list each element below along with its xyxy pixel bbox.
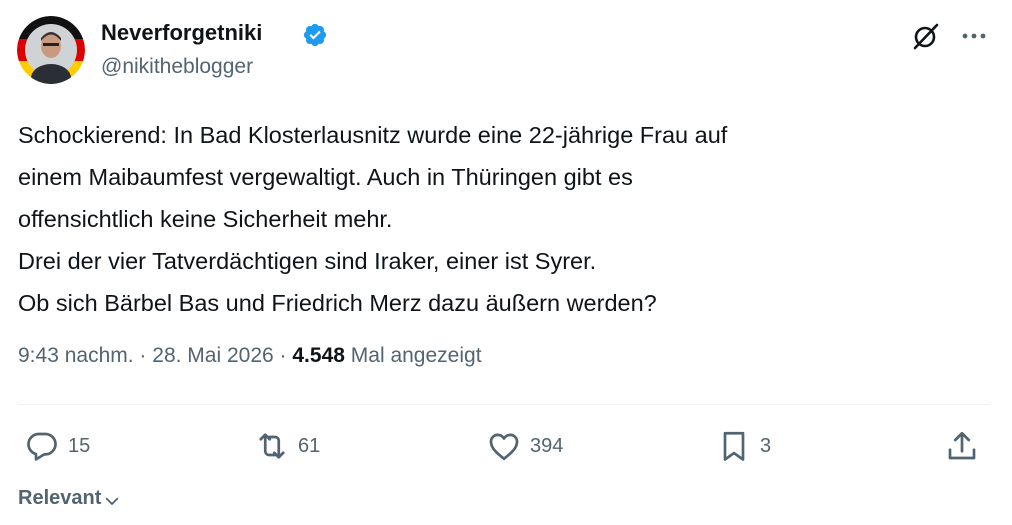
- grok-icon[interactable]: [910, 20, 942, 52]
- tweet-text-line: Ob sich Bärbel Bas und Friedrich Merz da…: [18, 290, 657, 316]
- like-button[interactable]: 394: [486, 426, 563, 466]
- repost-icon: [259, 433, 285, 459]
- tweet-text-line: Schockierend: In Bad Klosterlausnitz wur…: [18, 122, 728, 148]
- meta-separator: ·: [279, 344, 287, 367]
- reply-count: 15: [68, 434, 91, 457]
- tweet-date[interactable]: 28. Mai 2026: [152, 344, 273, 367]
- repost-count: 61: [298, 434, 321, 457]
- views-count: 4.548: [292, 344, 345, 367]
- avatar[interactable]: [17, 16, 85, 84]
- chevron-down-icon: [106, 497, 119, 505]
- bookmark-button[interactable]: 3: [716, 426, 771, 466]
- tweet-text-line: offensichtlich keine Sicherheit mehr.: [18, 206, 393, 232]
- share-button[interactable]: [944, 426, 980, 466]
- views-label: Mal angezeigt: [350, 344, 482, 367]
- verified-badge-icon: [303, 23, 327, 47]
- tweet-time[interactable]: 9:43 nachm.: [18, 344, 134, 367]
- sort-replies-dropdown[interactable]: Relevant: [18, 487, 121, 510]
- divider: [18, 404, 990, 405]
- more-icon[interactable]: [958, 20, 990, 52]
- share-icon: [948, 431, 976, 460]
- meta-separator: ·: [139, 344, 147, 367]
- tweet-text: Schockierend: In Bad Klosterlausnitz wur…: [18, 114, 988, 324]
- tweet: Neverforgetniki @nikitheblogger Schockie…: [0, 0, 1012, 525]
- tweet-meta: 9:43 nachm. · 28. Mai 2026 · 4.548 Mal a…: [18, 344, 482, 368]
- heart-icon: [489, 433, 519, 461]
- avatar-image: [17, 16, 85, 84]
- bookmark-icon: [723, 431, 745, 461]
- like-count: 394: [530, 434, 564, 457]
- author-handle[interactable]: @nikitheblogger: [101, 55, 253, 79]
- repost-button[interactable]: 61: [254, 426, 320, 466]
- bookmark-count: 3: [760, 434, 772, 457]
- tweet-text-line: Drei der vier Tatverdächtigen sind Irake…: [18, 248, 597, 274]
- sort-label: Relevant: [18, 487, 102, 509]
- reply-button[interactable]: 15: [24, 426, 90, 466]
- reply-icon: [27, 432, 57, 461]
- author-display-name[interactable]: Neverforgetniki: [101, 20, 262, 46]
- tweet-text-line: einem Maibaumfest vergewaltigt. Auch in …: [18, 164, 633, 190]
